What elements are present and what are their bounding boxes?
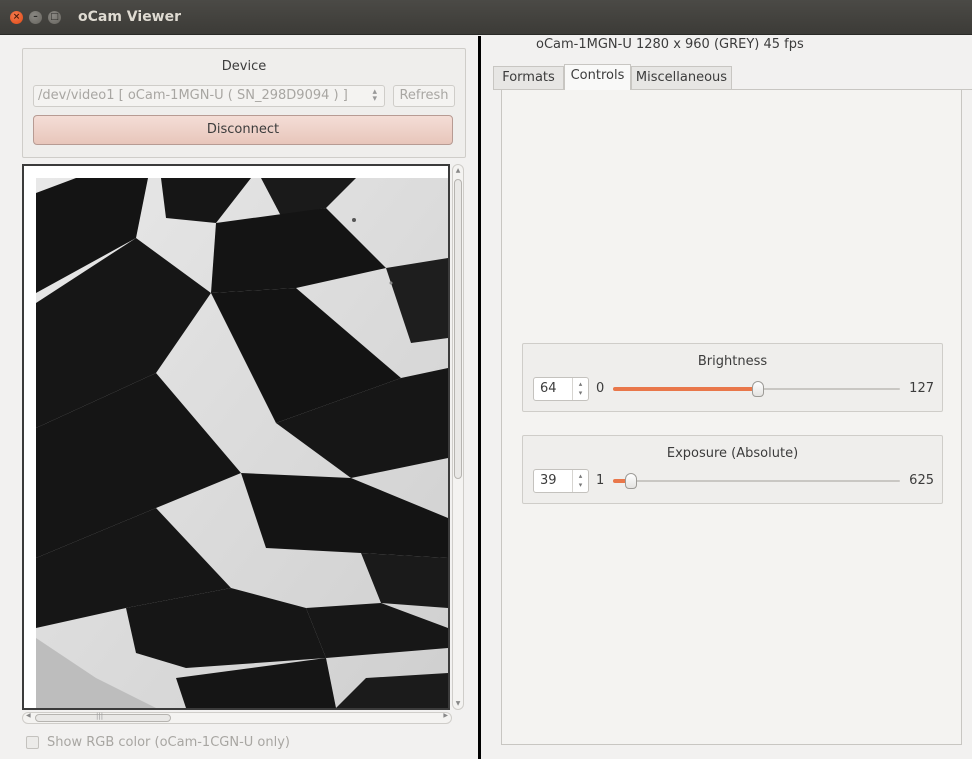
disconnect-button[interactable]: Disconnect <box>33 115 453 145</box>
brightness-max: 127 <box>909 381 934 396</box>
minimize-window-icon[interactable]: – <box>29 11 42 24</box>
refresh-button[interactable]: Refresh <box>393 85 455 107</box>
brightness-value: 64 <box>540 381 557 396</box>
left-panel: Device /dev/video1 [ oCam-1MGN-U ( SN_29… <box>0 36 478 759</box>
checkerboard-image <box>36 178 448 708</box>
device-select-value: /dev/video1 [ oCam-1MGN-U ( SN_298D9094 … <box>38 88 348 103</box>
scroll-up-icon[interactable]: ▲ <box>453 167 463 174</box>
camera-info: oCam-1MGN-U 1280 x 960 (GREY) 45 fps <box>536 37 804 52</box>
select-arrows-icon: ▴ ▾ <box>372 87 377 104</box>
brightness-slider[interactable] <box>613 381 900 397</box>
horizontal-scrollbar[interactable]: ◀ ||| ▶ <box>22 712 452 724</box>
tab-formats[interactable]: Formats <box>493 66 564 89</box>
tab-controls[interactable]: Controls <box>564 64 631 90</box>
slider-track <box>613 480 900 482</box>
scroll-down-icon[interactable]: ▼ <box>453 700 463 707</box>
controls-tab-pane: Brightness 64 ▴ ▾ 0 127 Exposure (Absolut… <box>501 89 962 745</box>
device-group-title: Device <box>221 59 267 74</box>
camera-preview-image <box>36 178 448 708</box>
title-bar: × – □ oCam Viewer <box>0 0 972 35</box>
brightness-control: Brightness 64 ▴ ▾ 0 127 <box>522 343 943 412</box>
exposure-slider[interactable] <box>613 473 900 489</box>
exposure-control: Exposure (Absolute) 39 ▴ ▾ 1 625 <box>522 435 943 504</box>
scroll-left-icon[interactable]: ◀ <box>26 712 31 719</box>
camera-preview-frame <box>22 164 450 710</box>
horizontal-grip-icon: ||| <box>96 712 104 720</box>
maximize-window-icon[interactable]: □ <box>48 11 61 24</box>
rgb-color-label: Show RGB color (oCam-1CGN-U only) <box>47 734 290 750</box>
tab-miscellaneous[interactable]: Miscellaneous <box>631 66 732 89</box>
scroll-right-icon[interactable]: ▶ <box>443 712 448 719</box>
slider-fill <box>613 387 758 391</box>
slider-handle[interactable] <box>624 473 637 489</box>
vertical-scroll-thumb[interactable] <box>454 179 462 479</box>
right-panel: oCam-1MGN-U 1280 x 960 (GREY) 45 fps For… <box>481 36 972 759</box>
horizontal-scroll-thumb[interactable]: ||| <box>35 712 171 722</box>
slider-handle[interactable] <box>751 381 764 397</box>
close-window-icon[interactable]: × <box>10 11 23 24</box>
exposure-value: 39 <box>540 473 557 488</box>
device-select[interactable]: /dev/video1 [ oCam-1MGN-U ( SN_298D9094 … <box>33 85 385 107</box>
brightness-title: Brightness <box>697 354 768 369</box>
exposure-min: 1 <box>596 473 605 488</box>
window-title: oCam Viewer <box>78 9 182 25</box>
device-group: Device /dev/video1 [ oCam-1MGN-U ( SN_29… <box>22 48 466 158</box>
exposure-max: 625 <box>909 473 934 488</box>
exposure-title: Exposure (Absolute) <box>666 446 799 461</box>
rgb-color-checkbox[interactable] <box>26 735 39 749</box>
spin-arrows-icon[interactable]: ▴ ▾ <box>572 378 588 400</box>
exposure-spinbox[interactable]: 39 ▴ ▾ <box>533 469 589 493</box>
rgb-color-option[interactable]: Show RGB color (oCam-1CGN-U only) <box>26 734 290 750</box>
brightness-spinbox[interactable]: 64 ▴ ▾ <box>533 377 589 401</box>
spin-arrows-icon[interactable]: ▴ ▾ <box>572 470 588 492</box>
vertical-scrollbar[interactable]: ▲ ▼ <box>452 164 464 710</box>
brightness-min: 0 <box>596 381 605 396</box>
